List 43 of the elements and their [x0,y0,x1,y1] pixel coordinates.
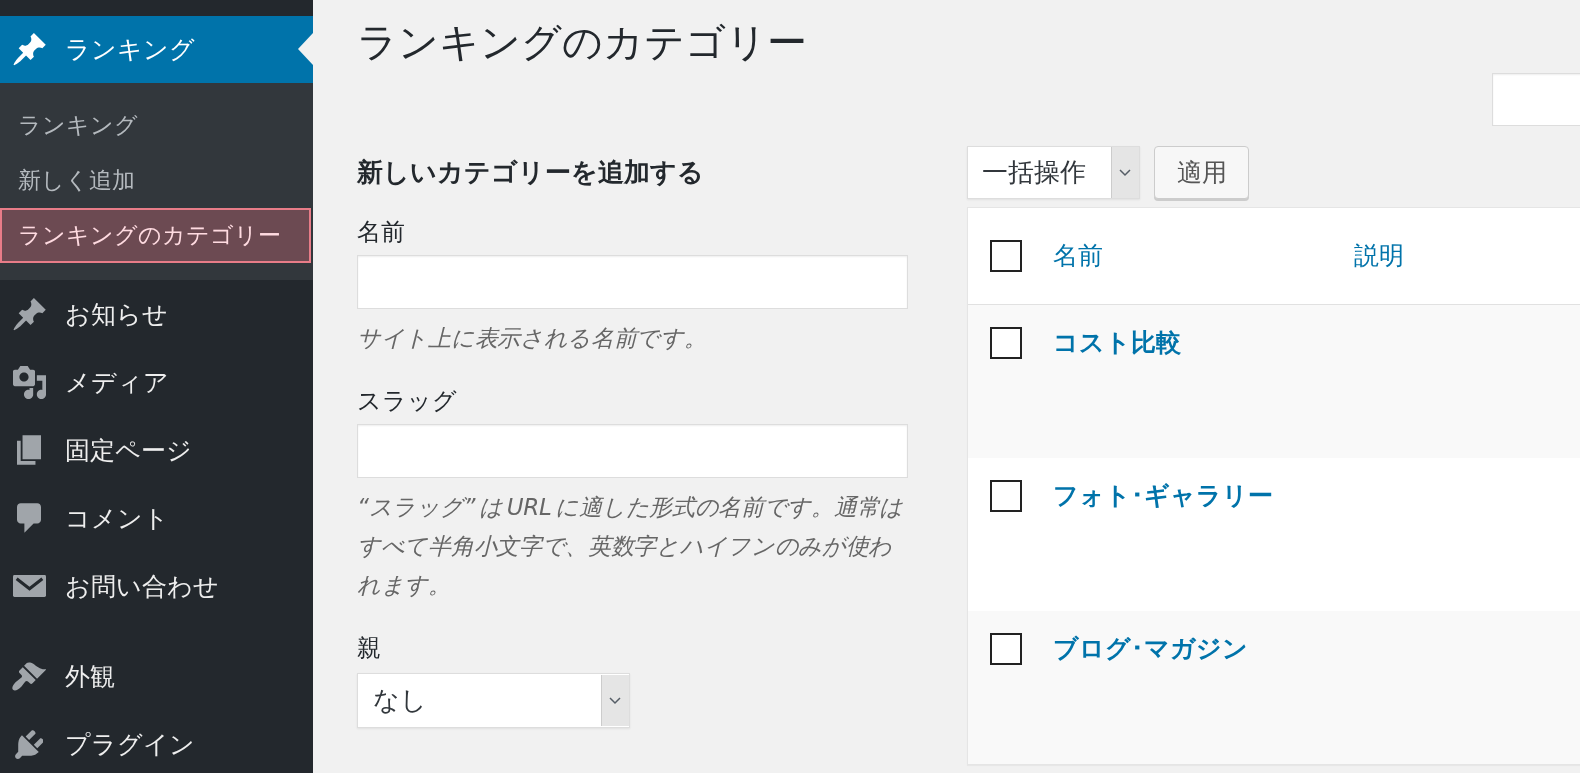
sidebar-menu-item[interactable]: 固定ページ [0,416,313,484]
sidebar-menu-item[interactable]: プラグイン [0,710,313,773]
checkbox[interactable] [990,633,1022,665]
category-name-link[interactable]: コスト比較 [1053,327,1181,359]
sidebar-menu-item[interactable]: メディア [0,348,313,416]
input-field[interactable] [357,255,908,309]
bulk-action-select[interactable]: 一括操作 [967,146,1140,199]
sidebar-menu-item[interactable]: お問い合わせ [0,552,313,620]
pin-icon [12,33,46,66]
sidebar-menu-item[interactable]: 外観 [0,642,313,710]
checkbox[interactable] [990,327,1022,359]
field-label: 名前 [357,217,406,248]
checkbox[interactable] [990,480,1022,512]
sidebar-menu-item[interactable]: コメント [0,484,313,552]
submenu-item[interactable]: 新しく追加 [0,153,313,208]
parent-select[interactable]: なし [357,673,630,728]
chevron-down-icon [601,674,629,727]
field-hint: サイト上に表示される名前です。 [357,324,708,353]
submenu-item[interactable]: ランキングのカテゴリー [0,208,311,263]
field-label: 親 [357,633,382,664]
sidebar-menu-item[interactable]: ランキング [0,16,313,83]
category-name-link[interactable]: フォト･ギャラリー [1053,480,1273,512]
plug-icon [15,729,43,759]
pin-icon [12,297,46,331]
page-title: ランキングのカテゴリー [357,18,808,67]
documents-icon [17,435,41,465]
submenu-item[interactable]: ランキング [0,98,313,153]
envelope-icon [12,575,46,597]
speech-bubble-icon [17,503,41,533]
camera-note-icon [12,365,46,399]
paintbrush-icon [12,661,46,691]
category-name-link[interactable]: ブログ･マガジン [1053,633,1248,665]
input-field[interactable] [357,424,908,478]
field-hint: “スラッグ” は URL に適した形式の名前です。通常はすべて半角小文字で、英数字とハイフンのみが使われます。 [357,493,904,600]
chevron-down-icon [1111,147,1139,198]
column-header[interactable]: 説明 [1354,240,1404,272]
checkbox[interactable] [990,240,1022,272]
apply-button[interactable]: 適用 [1154,146,1249,199]
sidebar-menu-item[interactable]: お知らせ [0,280,313,348]
column-header[interactable]: 名前 [1053,240,1354,272]
current-indicator-icon [298,33,313,65]
form-heading: 新しいカテゴリーを追加する [357,156,705,189]
field-label: スラッグ [357,386,458,417]
